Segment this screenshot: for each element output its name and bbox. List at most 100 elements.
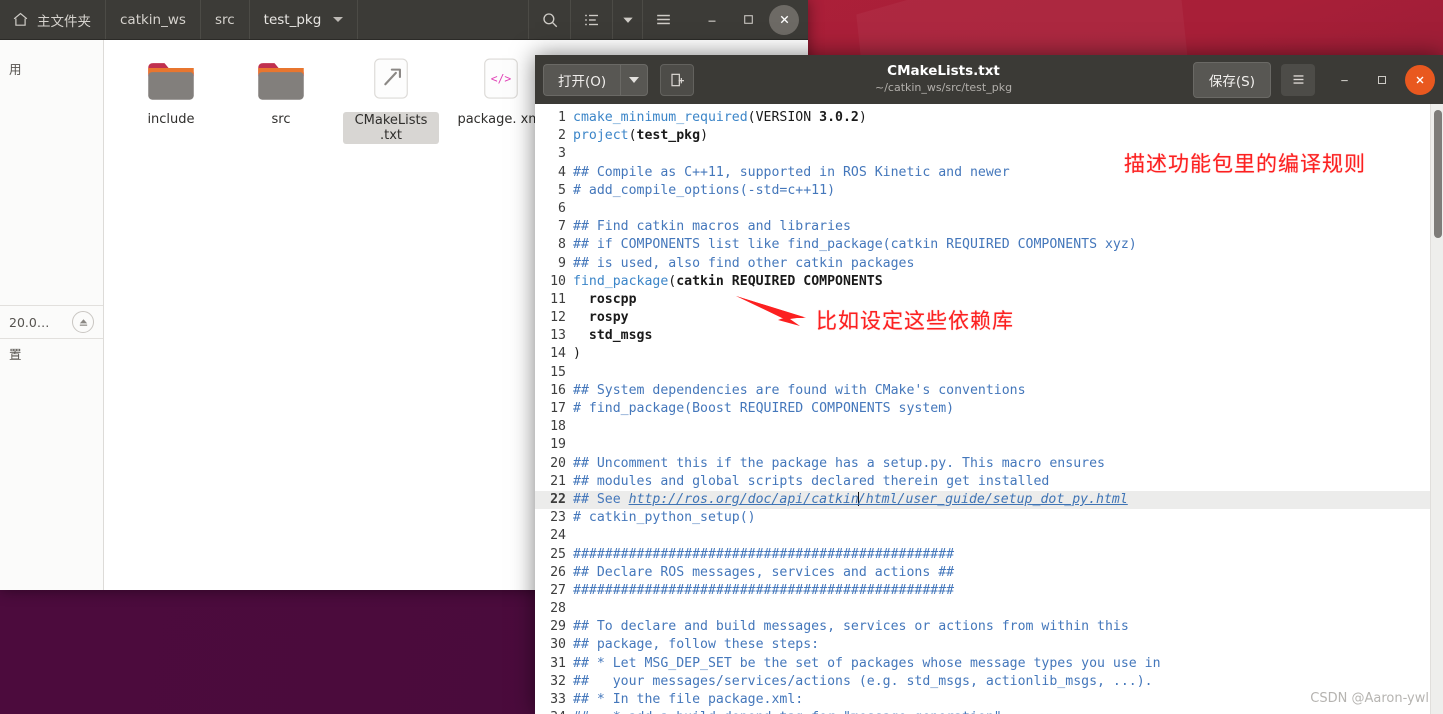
code-line[interactable]: 17 # find_package(Boost REQUIRED COMPONEN… <box>535 400 1430 418</box>
code-line[interactable]: 9 ## is used, also find other catkin pack… <box>535 255 1430 273</box>
breadcrumb: 主文件夹 catkin_ws src test_pkg <box>0 0 359 39</box>
sidebar-filler <box>0 83 103 305</box>
minimize-button[interactable] <box>1329 65 1359 95</box>
code-line[interactable]: 26 ## Declare ROS messages, services and … <box>535 564 1430 582</box>
code-line[interactable]: 20 ## Uncomment this if the package has a… <box>535 455 1430 473</box>
breadcrumb-item-test-pkg[interactable]: test_pkg <box>250 0 359 39</box>
breadcrumb-label: 主文件夹 <box>37 13 91 30</box>
code-line[interactable]: 5 # add_compile_options(-std=c++11) <box>535 182 1430 200</box>
close-button[interactable] <box>769 4 799 35</box>
gedit-menu-button[interactable] <box>1281 63 1315 96</box>
line-number: 23 <box>550 510 566 526</box>
code-line[interactable]: 2 project(test_pkg) <box>535 127 1430 145</box>
code-line[interactable]: 16 ## System dependencies are found with … <box>535 382 1430 400</box>
code-line[interactable]: 29 ## To declare and build messages, serv… <box>535 618 1430 636</box>
code-token: find_package <box>573 273 669 289</box>
sidebar-item-label: 置 <box>9 347 22 362</box>
list-view-button[interactable] <box>570 0 612 39</box>
breadcrumb-label: test_pkg <box>263 11 322 28</box>
line-number: 24 <box>550 528 566 544</box>
sidebar-filler <box>0 368 103 590</box>
code-line[interactable]: 31 ## * Let MSG_DEP_SET be the set of pac… <box>535 655 1430 673</box>
code-line-text: ## package, follow these steps: <box>573 636 819 654</box>
code-line[interactable]: 32 ## your messages/services/actions (e.g… <box>535 673 1430 691</box>
new-tab-button[interactable] <box>660 63 695 96</box>
line-number: 17 <box>550 401 566 416</box>
code-token: catkin REQUIRED COMPONENTS <box>676 273 883 289</box>
svg-text:</>: </> <box>491 72 512 86</box>
cmake-file-icon <box>374 58 408 99</box>
code-line[interactable]: 15 <box>535 364 1430 382</box>
line-number: 4 <box>558 164 566 180</box>
breadcrumb-item-catkin-ws[interactable]: catkin_ws <box>106 0 201 39</box>
file-item-include[interactable]: include <box>120 52 222 150</box>
folder-icon <box>148 63 194 100</box>
code-editor-area[interactable]: 1 cmake_minimum_required(VERSION 3.0.2) 2 p… <box>535 104 1430 714</box>
breadcrumb-item-src[interactable]: src <box>201 0 250 39</box>
file-item-cmakelists[interactable]: CMakeLists .txt <box>340 52 442 150</box>
close-button[interactable] <box>1405 64 1435 95</box>
code-line[interactable]: 6 <box>535 200 1430 218</box>
app-menu-button[interactable] <box>642 0 684 39</box>
code-line[interactable]: 33 ## * In the file package.xml: <box>535 691 1430 709</box>
line-number: 9 <box>558 255 566 271</box>
breadcrumb-item-home[interactable]: 主文件夹 <box>0 0 106 39</box>
code-line[interactable]: 34## * add a build_depend tag for "messa… <box>535 709 1430 714</box>
open-dropdown-button[interactable] <box>620 63 649 96</box>
code-token: ## * In the file package.xml: <box>573 692 804 707</box>
code-line[interactable]: 7 ## Find catkin macros and libraries <box>535 218 1430 236</box>
eject-icon[interactable] <box>72 311 94 333</box>
code-line[interactable]: 8 ## if COMPONENTS list like find_package… <box>535 236 1430 254</box>
maximize-button[interactable] <box>1367 65 1397 95</box>
code-token: ## Find catkin macros and libraries <box>573 219 851 235</box>
code-token: ( <box>628 128 637 144</box>
code-line[interactable]: 14) <box>535 345 1430 363</box>
scrollbar-thumb[interactable] <box>1434 110 1442 238</box>
code-line[interactable]: 22 ## See http://ros.org/doc/api/catkin/h… <box>535 490 1430 510</box>
code-line[interactable]: 30 ## package, follow these steps: <box>535 636 1430 654</box>
code-token: ) <box>573 346 581 362</box>
code-token: ) <box>700 128 709 144</box>
code-token: # find_package(Boost REQUIRED COMPONENTS… <box>573 401 955 416</box>
sidebar-top: 用 <box>0 40 103 83</box>
code-token: ## * Let MSG_DEP_SET be the set of packa… <box>573 655 1161 671</box>
code-line-text: roscpp <box>573 291 637 309</box>
code-line[interactable]: 28 <box>535 600 1430 618</box>
minimize-button[interactable] <box>697 5 727 35</box>
open-button-group: 打开(O) <box>543 63 649 96</box>
code-line[interactable]: 1 cmake_minimum_required(VERSION 3.0.2) <box>535 109 1430 127</box>
maximize-button[interactable] <box>733 5 763 35</box>
code-line[interactable]: 24 <box>535 527 1430 545</box>
sidebar-item-recent[interactable]: 用 <box>0 54 103 83</box>
code-line[interactable]: 25 ######################################… <box>535 546 1430 564</box>
line-number: 34 <box>535 709 573 714</box>
vertical-scrollbar[interactable] <box>1430 104 1443 714</box>
code-token: # catkin_python_setup() <box>573 510 756 526</box>
annotation-compile-rules: 描述功能包里的编译规则 <box>1124 152 1366 176</box>
code-line-text: # catkin_python_setup() <box>573 509 756 527</box>
gedit-right-controls: 保存(S) <box>1192 61 1435 98</box>
gedit-body: 1 cmake_minimum_required(VERSION 3.0.2) 2 p… <box>535 104 1443 714</box>
line-number: 10 <box>550 273 566 289</box>
code-line[interactable]: 19 <box>535 436 1430 454</box>
file-item-src[interactable]: src <box>230 52 332 150</box>
sidebar-item-trash[interactable]: 置 <box>0 339 103 368</box>
code-line[interactable]: 23 # catkin_python_setup() <box>535 509 1430 527</box>
line-number: 12 <box>550 310 566 326</box>
open-button[interactable]: 打开(O) <box>543 63 621 96</box>
maximize-icon <box>743 15 753 24</box>
code-token: ## Uncomment this if the package has a s… <box>573 455 1105 471</box>
save-button[interactable]: 保存(S) <box>1192 61 1271 98</box>
code-line[interactable]: 21 ## modules and global scripts declared… <box>535 473 1430 491</box>
code-line[interactable]: 18 <box>535 418 1430 436</box>
code-line-text: ## your messages/services/actions (e.g. … <box>573 673 1153 691</box>
sidebar-item-device[interactable]: 20.0… <box>0 306 103 338</box>
line-number: 14 <box>550 346 566 362</box>
view-options-button[interactable] <box>612 0 642 39</box>
code-line[interactable]: 10 find_package(catkin REQUIRED COMPONENT… <box>535 273 1430 291</box>
file-label: src <box>271 112 291 127</box>
code-line-text: ## Uncomment this if the package has a s… <box>573 455 1105 473</box>
code-line[interactable]: 27 ######################################… <box>535 582 1430 600</box>
search-button[interactable] <box>528 0 570 39</box>
code-token: ## package, follow these steps: <box>573 637 820 653</box>
